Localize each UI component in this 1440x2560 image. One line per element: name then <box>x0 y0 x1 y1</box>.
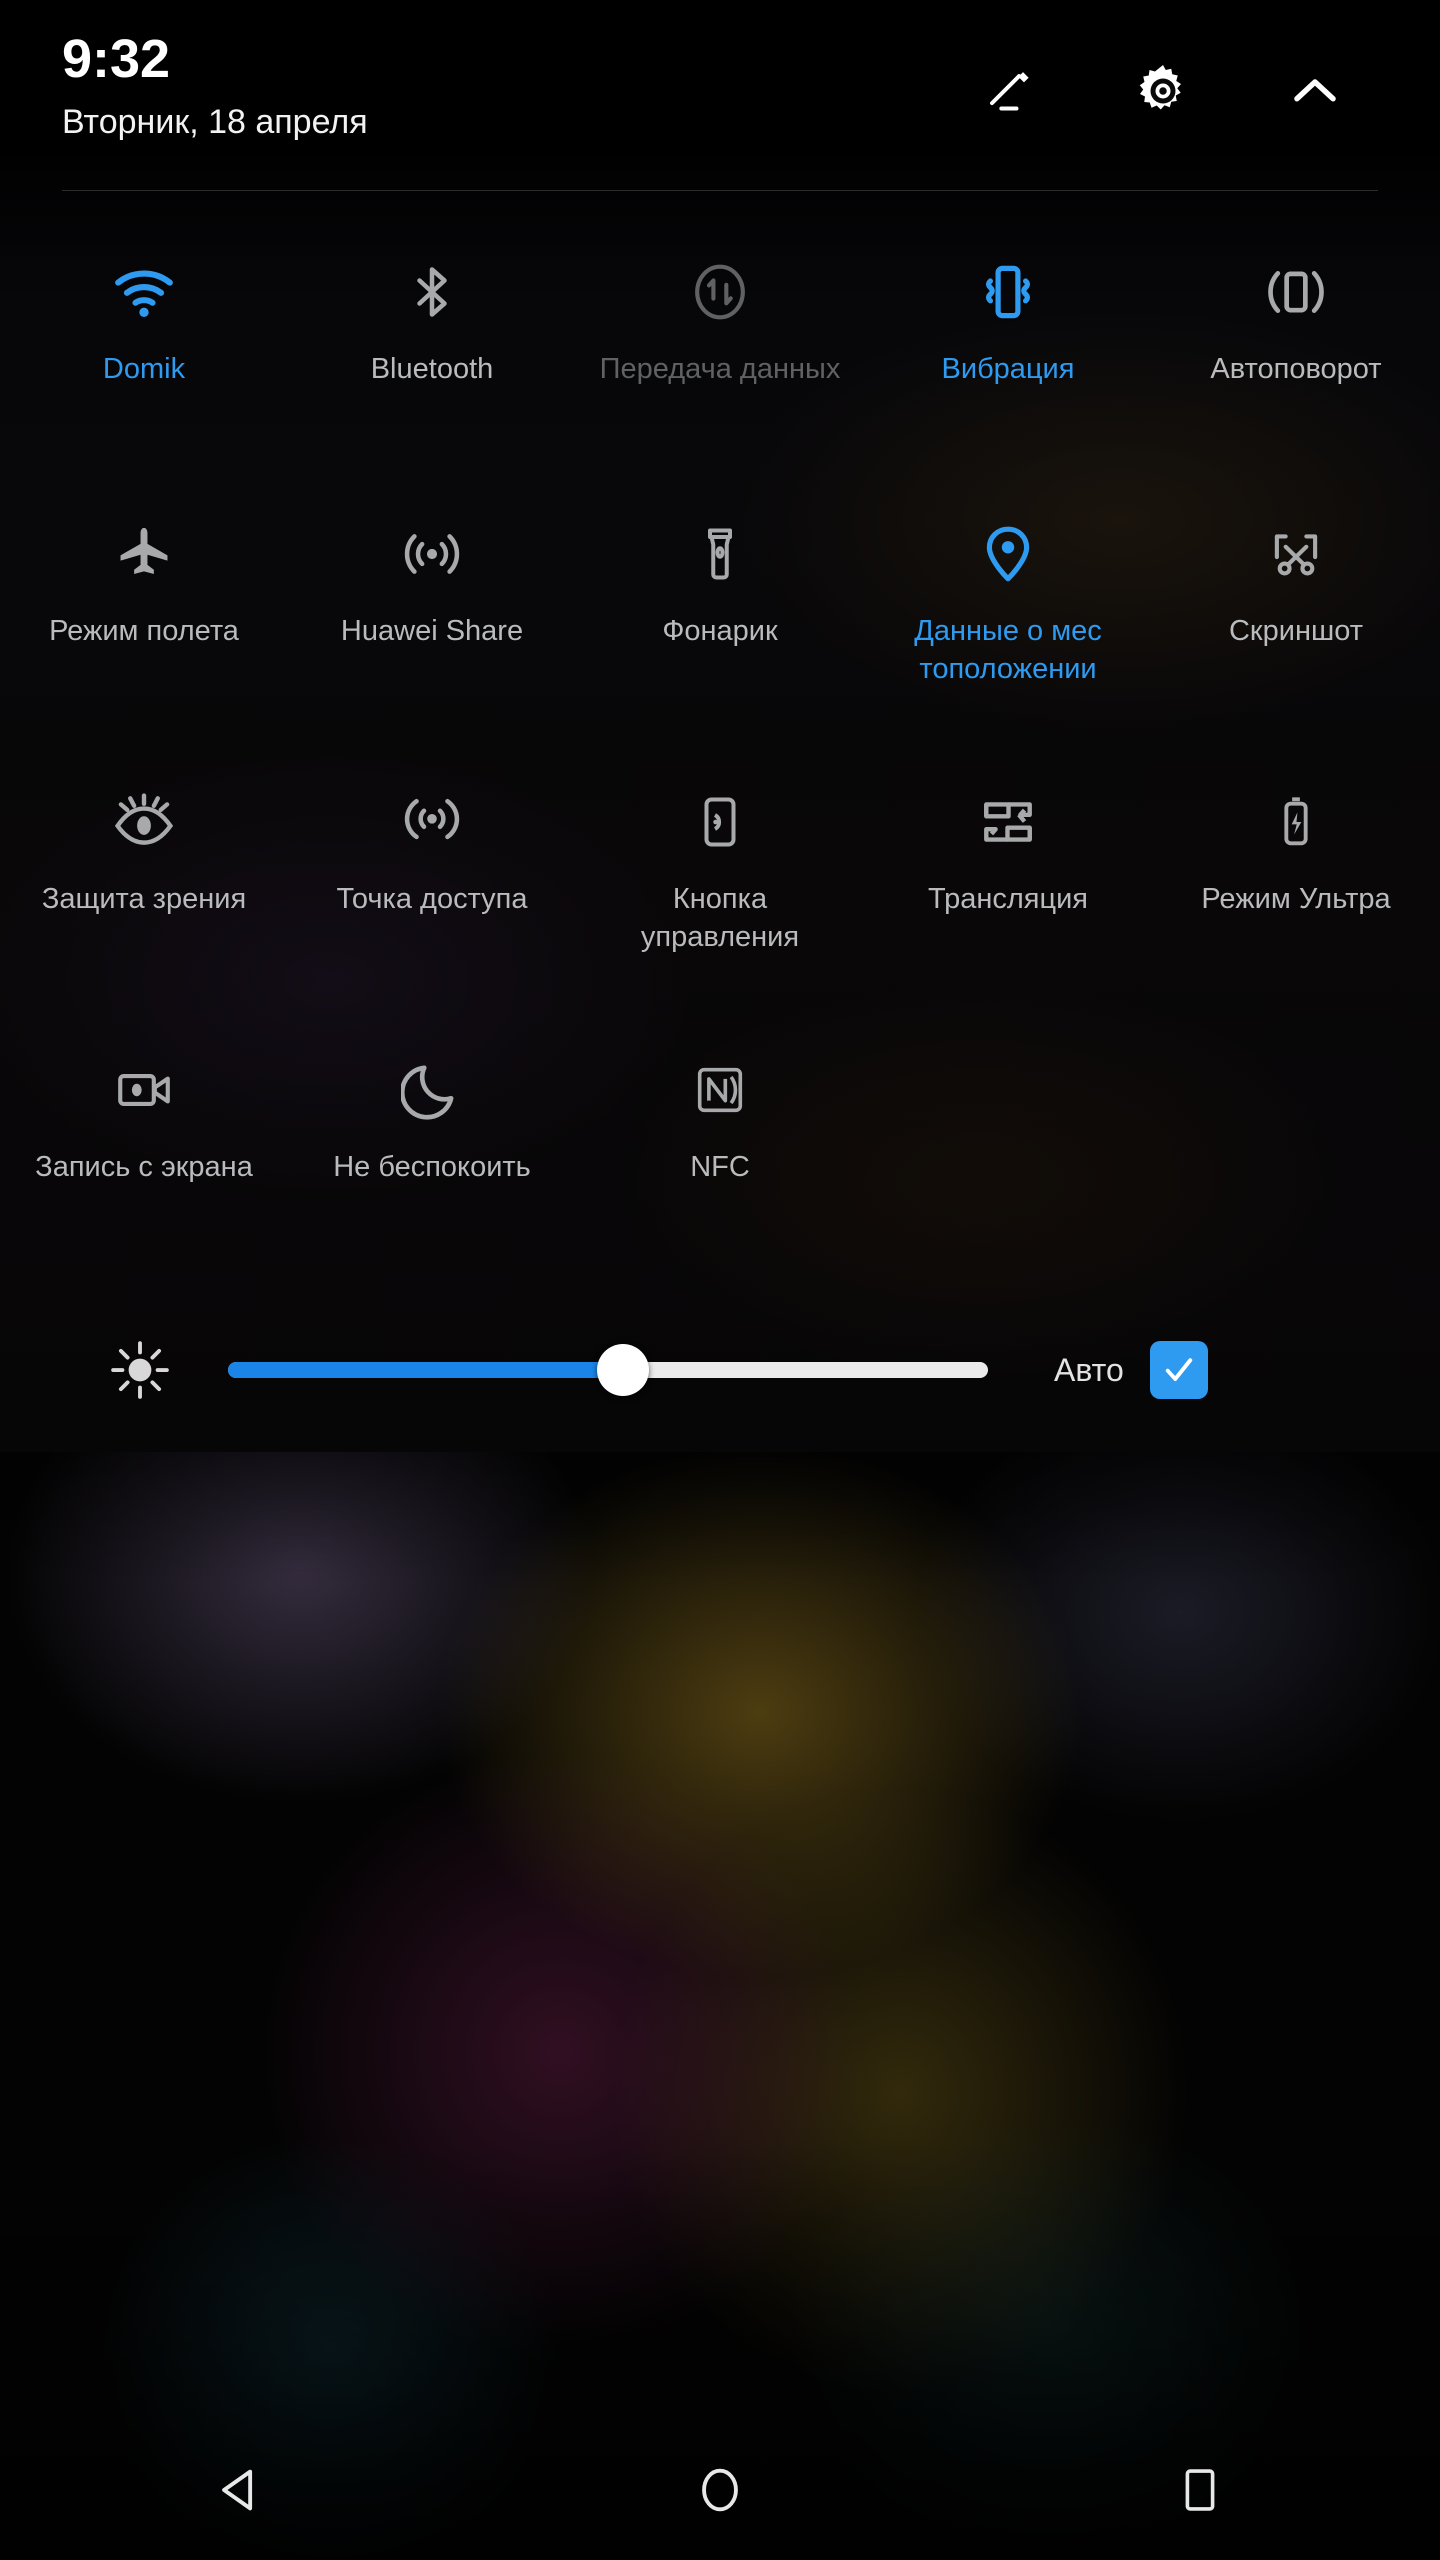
tile-screenshot[interactable]: Скриншот <box>1152 484 1440 752</box>
flashlight-icon <box>674 508 766 600</box>
tile-hotspot[interactable]: Точка доступа <box>288 752 576 1020</box>
tile-eye-comfort[interactable]: Защита зрения <box>0 752 288 1020</box>
tile-do-not-disturb[interactable]: Не беспокоить <box>288 1020 576 1288</box>
tile-label: Фонарик <box>662 615 778 647</box>
airplane-icon <box>98 508 190 600</box>
tile-screen-record[interactable]: Запись с экрана <box>0 1020 288 1288</box>
chevron-up-icon[interactable] <box>1272 48 1358 134</box>
tile-label: Защита зрения <box>41 883 247 915</box>
tile-cast[interactable]: Трансляция <box>864 752 1152 1020</box>
auto-rotate-icon <box>1250 246 1342 338</box>
tile-label: Точка доступа <box>336 883 528 915</box>
panel-header: 9:32 Вторник, 18 апреля <box>0 0 1440 190</box>
navigation-bar <box>0 2420 1440 2560</box>
tile-label: Bluetooth <box>370 353 494 385</box>
nfc-icon <box>674 1044 766 1136</box>
slider-thumb[interactable] <box>597 1344 650 1396</box>
ultra-battery-icon <box>1250 776 1342 868</box>
screenshot-icon <box>1250 508 1342 600</box>
tile-ultra-power-saving[interactable]: Режим Ультра <box>1152 752 1440 1020</box>
tile-label: Режим полета <box>49 615 239 647</box>
tile-label: Передача данных <box>599 353 841 385</box>
brightness-slider[interactable] <box>228 1340 988 1400</box>
wallpaper <box>0 1452 1440 2560</box>
brightness-row: Авто <box>0 1310 1440 1430</box>
gear-icon[interactable] <box>1120 48 1206 134</box>
tile-empty-2 <box>1152 1020 1440 1288</box>
vibration-icon <box>962 246 1054 338</box>
back-button[interactable] <box>140 2420 340 2560</box>
tile-label: Автоповорот <box>1210 353 1382 385</box>
wifi-icon <box>98 246 190 338</box>
tile-nav-dock[interactable]: Кнопка управления <box>576 752 864 1020</box>
moon-icon <box>386 1044 478 1136</box>
quick-settings-panel: 9:32 Вторник, 18 апреля Domik Bluetooth … <box>0 0 1440 1452</box>
brightness-icon <box>92 1322 188 1418</box>
auto-brightness-label: Авто <box>1054 1351 1124 1388</box>
toggle-grid: Domik Bluetooth Передача данных Вибрация… <box>0 222 1440 1288</box>
home-button[interactable] <box>620 2420 820 2560</box>
tile-location[interactable]: Данные о мес тоположении <box>864 484 1152 752</box>
tile-label: Трансляция <box>928 883 1088 915</box>
tile-bluetooth[interactable]: Bluetooth <box>288 222 576 484</box>
eye-comfort-icon <box>98 776 190 868</box>
phone-screen: 9:32 Вторник, 18 апреля Domik Bluetooth … <box>0 0 1440 2560</box>
tile-label: Кнопка управления <box>640 883 800 953</box>
tile-airplane-mode[interactable]: Режим полета <box>0 484 288 752</box>
hotspot-icon <box>386 776 478 868</box>
screen-record-icon <box>98 1044 190 1136</box>
tile-empty-1 <box>864 1020 1152 1288</box>
recents-button[interactable] <box>1100 2420 1300 2560</box>
tile-label: Скриншот <box>1228 615 1363 647</box>
tile-auto-rotate[interactable]: Автоповорот <box>1152 222 1440 484</box>
tile-flashlight[interactable]: Фонарик <box>576 484 864 752</box>
location-pin-icon <box>962 508 1054 600</box>
header-divider <box>62 190 1378 191</box>
slider-fill <box>228 1362 624 1378</box>
nav-dock-icon <box>674 776 766 868</box>
tile-huawei-share[interactable]: Huawei Share <box>288 484 576 752</box>
huawei-share-icon <box>386 508 478 600</box>
tile-label: Не беспокоить <box>333 1151 531 1183</box>
tile-label: Запись с экрана <box>35 1151 253 1183</box>
tile-label: NFC <box>690 1151 750 1183</box>
mobile-data-icon <box>674 246 766 338</box>
tile-wifi[interactable]: Domik <box>0 222 288 484</box>
tile-label: Данные о мес тоположении <box>914 615 1102 685</box>
tile-mobile-data[interactable]: Передача данных <box>576 222 864 484</box>
auto-brightness-checkbox[interactable] <box>1149 1341 1208 1399</box>
tile-label: Domik <box>102 353 186 385</box>
tile-label: Вибрация <box>941 353 1075 385</box>
tile-nfc[interactable]: NFC <box>576 1020 864 1288</box>
tile-label: Huawei Share <box>340 615 524 647</box>
tile-vibration[interactable]: Вибрация <box>864 222 1152 484</box>
bluetooth-icon <box>386 246 478 338</box>
clock-date: Вторник, 18 апреля <box>62 103 368 141</box>
edit-icon[interactable] <box>970 48 1056 134</box>
clock-time: 9:32 <box>62 29 171 89</box>
tile-label: Режим Ультра <box>1201 883 1391 915</box>
cast-icon <box>962 776 1054 868</box>
